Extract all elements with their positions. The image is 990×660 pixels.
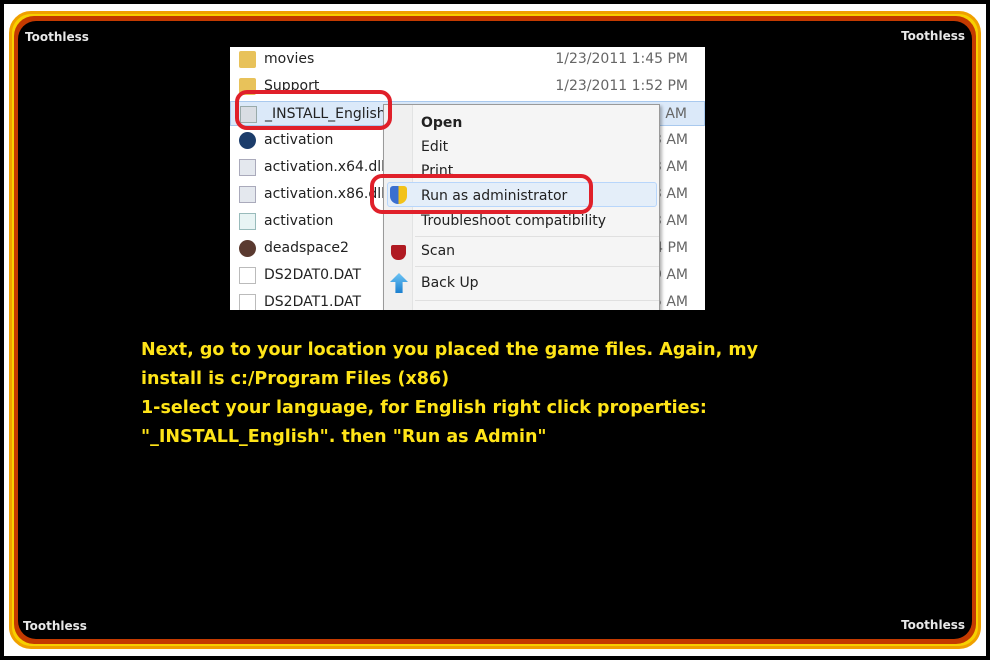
instruction-line-3: 1-select your language, for English righ… bbox=[141, 398, 707, 418]
file-name: activation bbox=[264, 132, 334, 148]
file-date: 1/23/2011 1:45 PM bbox=[555, 51, 688, 67]
instruction-text: Next, go to your location you placed the… bbox=[141, 336, 758, 452]
file-date: 1/23/2011 1:52 PM bbox=[555, 78, 688, 94]
file-name: movies bbox=[264, 51, 315, 67]
highlight-ring-run-as-admin bbox=[370, 174, 593, 214]
file-name: DS2DAT0.DAT bbox=[264, 267, 362, 283]
file-icon bbox=[239, 267, 256, 284]
watermark-bottom-right: Toothless bbox=[901, 618, 965, 632]
instruction-line-1: Next, go to your location you placed the… bbox=[141, 340, 758, 360]
menu-divider bbox=[415, 236, 659, 237]
dll-icon bbox=[239, 159, 256, 176]
instruction-line-4: "_INSTALL_English". then "Run as Admin" bbox=[141, 427, 547, 447]
watermark-bottom-left: Toothless bbox=[23, 619, 87, 633]
app-icon bbox=[239, 132, 256, 149]
info-icon bbox=[239, 213, 256, 230]
file-name: activation.x64.dll bbox=[264, 159, 386, 175]
menu-item-edit[interactable]: Edit bbox=[421, 139, 448, 155]
watermark-top-right: Toothless bbox=[901, 29, 965, 43]
file-row[interactable]: movies 1/23/2011 1:45 PM bbox=[230, 47, 705, 72]
menu-divider bbox=[415, 300, 659, 301]
menu-item-back-up[interactable]: Back Up bbox=[421, 275, 479, 291]
menu-item-scan[interactable]: Scan bbox=[421, 243, 455, 259]
file-name: activation bbox=[264, 213, 334, 229]
instruction-line-2: install is c:/Program Files (x86) bbox=[141, 369, 450, 389]
folder-icon bbox=[239, 51, 256, 68]
file-icon bbox=[239, 294, 256, 310]
highlight-ring-install-english bbox=[235, 90, 392, 130]
file-name: deadspace2 bbox=[264, 240, 349, 256]
menu-divider bbox=[415, 266, 659, 267]
file-name: DS2DAT1.DAT bbox=[264, 294, 362, 310]
explorer-screenshot: movies 1/23/2011 1:45 PM Support 1/23/2011 … bbox=[230, 47, 705, 310]
menu-item-troubleshoot-compatibility[interactable]: Troubleshoot compatibility bbox=[421, 213, 606, 229]
file-name: activation.x86.dll bbox=[264, 186, 386, 202]
dll-icon bbox=[239, 186, 256, 203]
menu-item-open[interactable]: Open bbox=[421, 115, 462, 131]
watermark-top-left: Toothless bbox=[25, 30, 89, 44]
mcafee-icon bbox=[391, 245, 406, 260]
game-icon bbox=[239, 240, 256, 257]
